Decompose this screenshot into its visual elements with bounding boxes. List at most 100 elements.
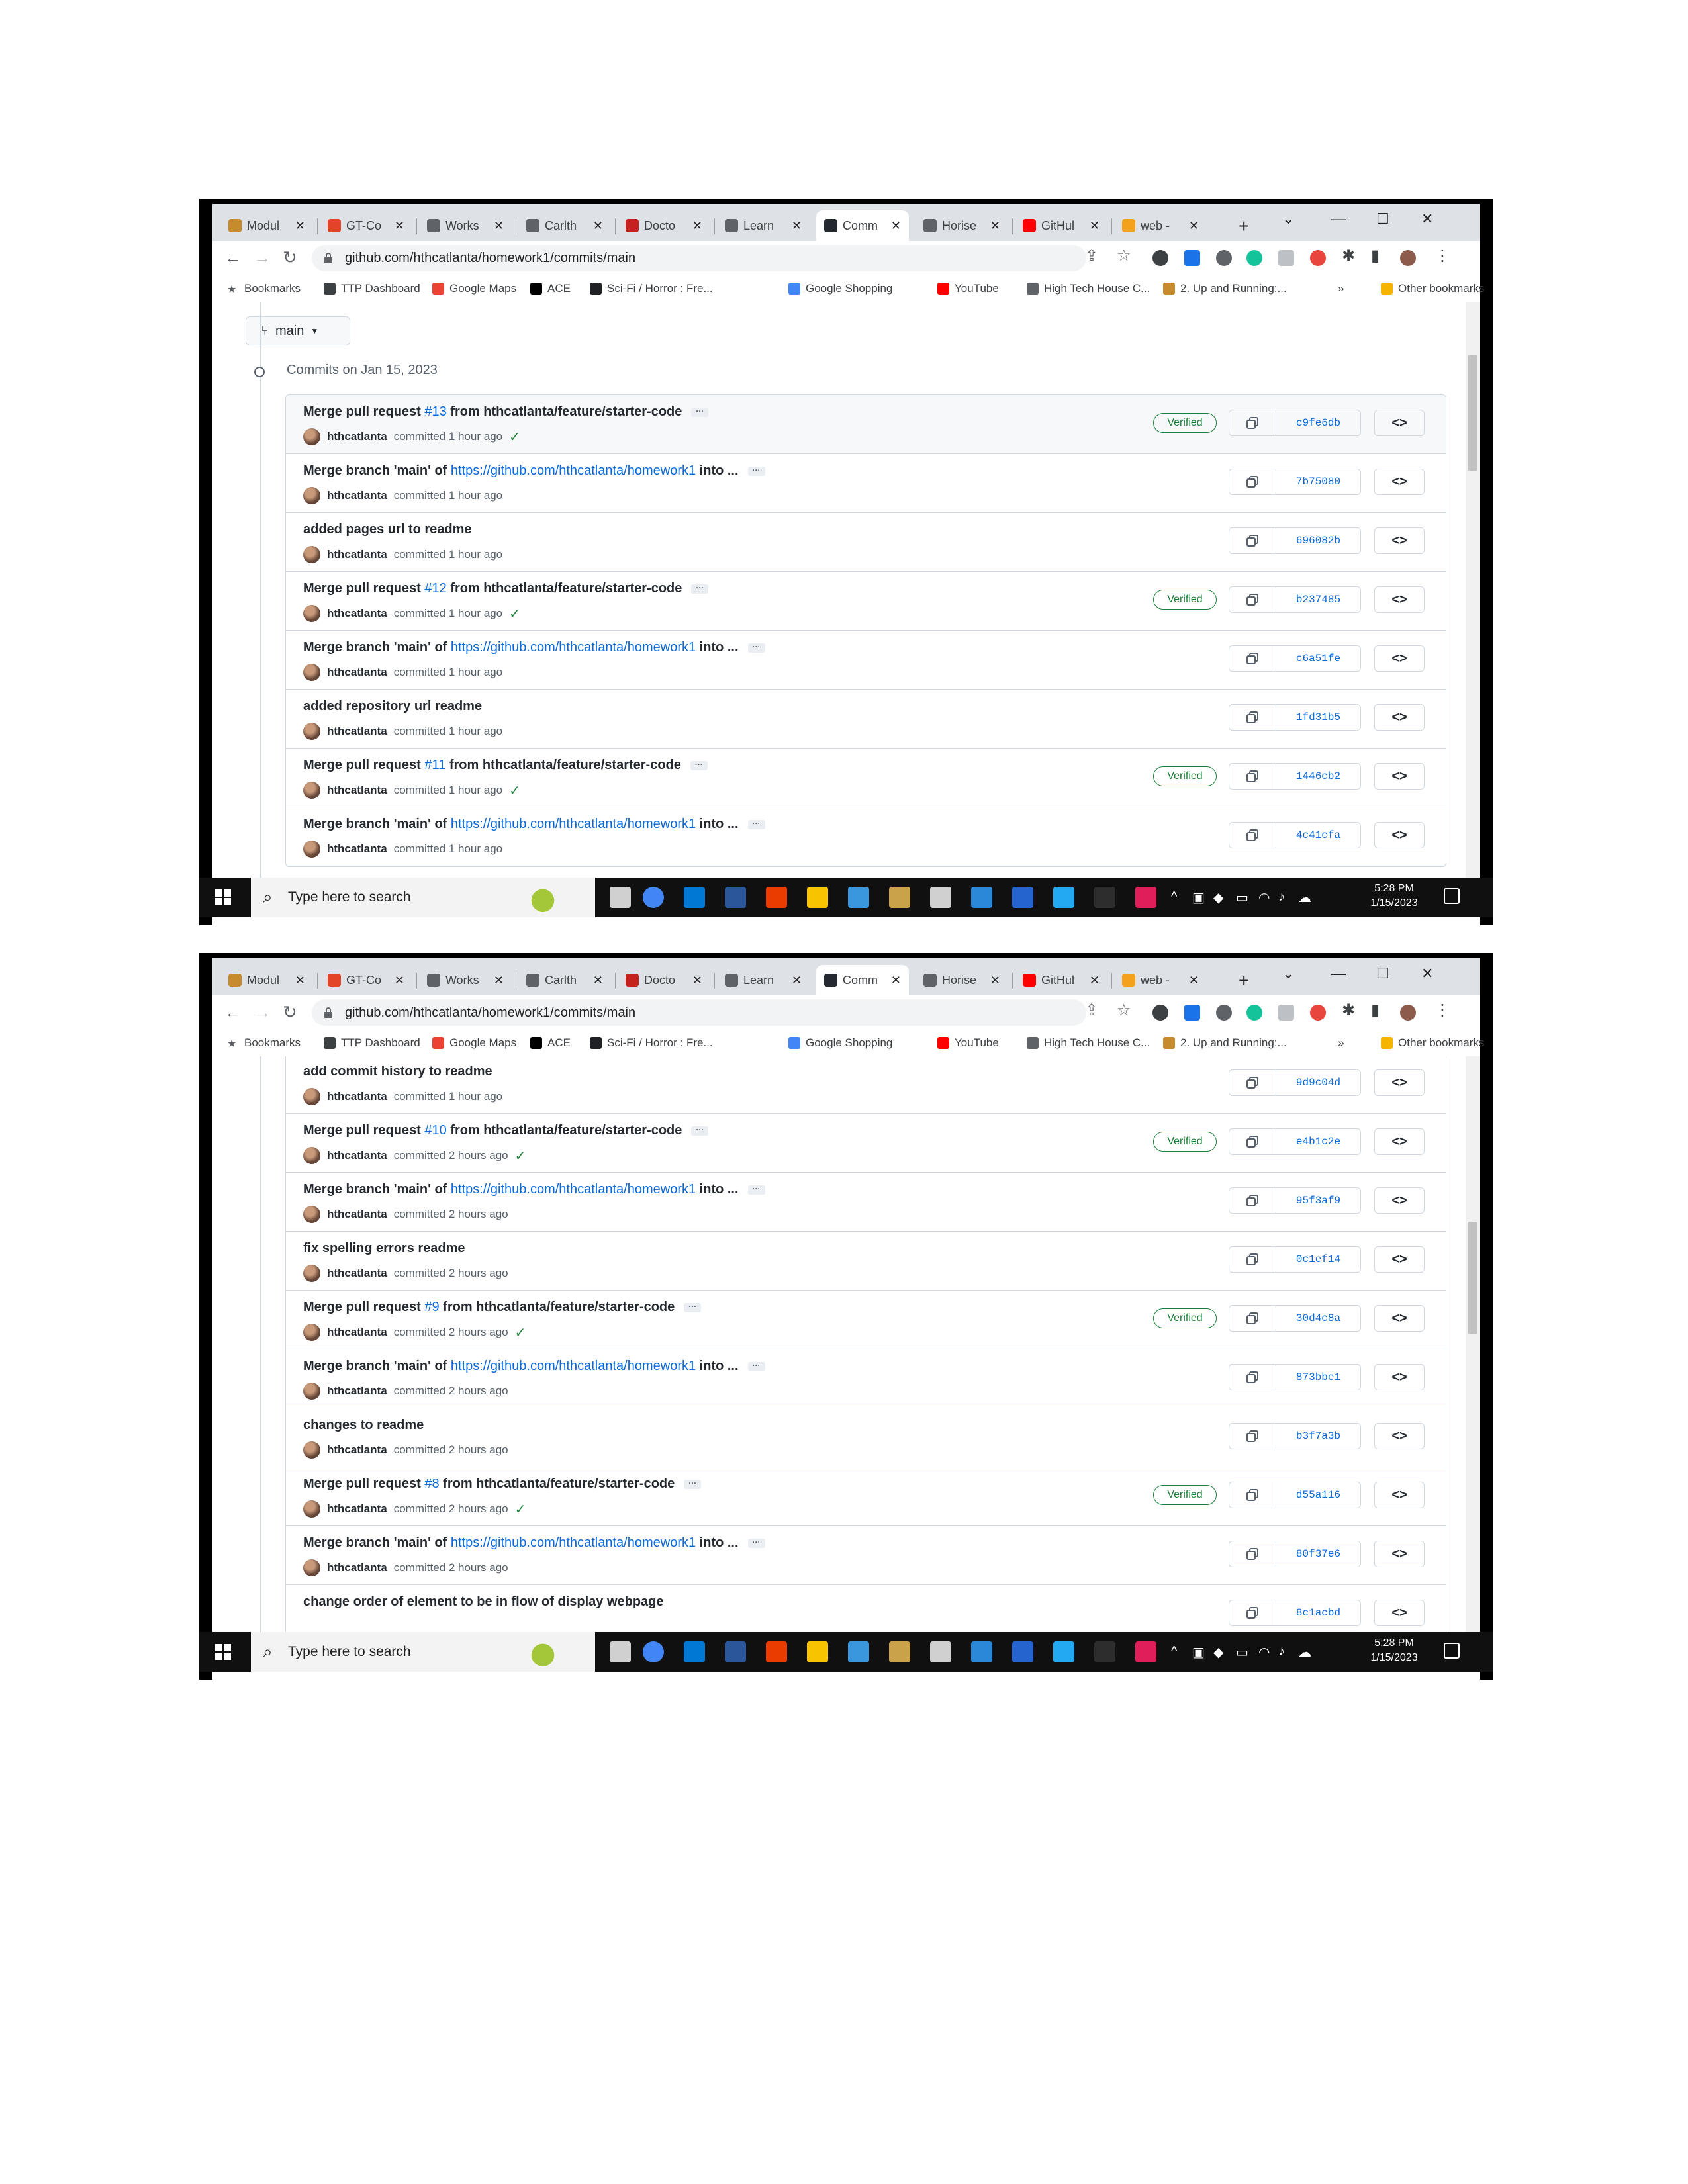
grammarly-icon[interactable] (1246, 250, 1262, 266)
commit-message[interactable]: change order of element to be in flow of… (303, 1594, 664, 1610)
reload-icon[interactable]: ↻ (283, 1002, 297, 1023)
menu-icon[interactable]: ⋮ (1434, 1001, 1450, 1020)
browse-repo-button[interactable]: <> (1374, 1423, 1425, 1449)
check-icon[interactable]: ✓ (509, 782, 520, 799)
commit-link[interactable]: https://github.com/hthcatlanta/homework1 (451, 1182, 696, 1197)
forward-icon[interactable]: → (254, 1002, 271, 1023)
menu-icon[interactable]: ⋮ (1434, 246, 1450, 265)
forward-icon[interactable]: → (254, 248, 271, 268)
copy-sha-button[interactable] (1229, 587, 1276, 612)
commit-link[interactable]: #12 (424, 581, 446, 596)
verified-badge[interactable]: Verified (1153, 1132, 1217, 1152)
close-icon[interactable]: ✕ (494, 219, 504, 233)
onedrive-icon[interactable]: ☁ (1298, 1644, 1311, 1661)
photos-icon[interactable] (848, 1641, 869, 1662)
tab-9[interactable]: GitHul ✕ (1015, 210, 1107, 241)
commit-title[interactable]: Merge pull request (303, 1300, 424, 1314)
commit-sha-link[interactable]: b3f7a3b (1276, 1424, 1360, 1449)
close-icon[interactable]: ✕ (692, 974, 702, 987)
commit-author[interactable]: hthcatlanta (327, 607, 387, 620)
expand-ellipsis-button[interactable]: ··· (747, 1361, 765, 1371)
tray-app-icon[interactable]: ◆ (1213, 889, 1223, 906)
commit-title[interactable]: added repository url readme (303, 699, 482, 713)
close-icon[interactable]: ✕ (593, 219, 603, 233)
back-icon[interactable]: ← (224, 1002, 242, 1023)
extension-icon[interactable] (1184, 1005, 1200, 1021)
slack-icon[interactable] (1135, 1641, 1156, 1662)
commit-message[interactable]: fix spelling errors readme (303, 1241, 465, 1256)
sidepanel-icon[interactable]: ▮ (1371, 246, 1380, 265)
grammarly-icon[interactable] (1246, 1005, 1262, 1021)
bookmark-item[interactable]: Google Maps (432, 282, 516, 295)
tab-6[interactable]: Learn ✕ (717, 965, 810, 995)
maximize-icon[interactable]: ☐ (1376, 210, 1389, 228)
tab-3[interactable]: Works ✕ (419, 210, 512, 241)
close-icon[interactable]: ✕ (295, 219, 305, 233)
commit-message[interactable]: Merge branch 'main' of https://github.co… (303, 1359, 765, 1374)
avatar[interactable] (303, 605, 320, 622)
close-icon[interactable]: ✕ (891, 974, 901, 987)
scrollbar[interactable] (1466, 1056, 1480, 1632)
calendar-icon[interactable] (971, 1641, 992, 1662)
new-tab-icon[interactable]: + (1239, 216, 1249, 237)
close-icon[interactable]: ✕ (1090, 974, 1100, 987)
commit-author[interactable]: hthcatlanta (327, 430, 387, 443)
commit-sha-link[interactable]: b237485 (1276, 587, 1360, 612)
commit-author[interactable]: hthcatlanta (327, 1267, 387, 1280)
tray-app-icon[interactable]: ◆ (1213, 1644, 1223, 1661)
bookmark-item[interactable]: ACE (530, 282, 571, 295)
bookmark-item[interactable]: TTP Dashboard (324, 1036, 420, 1050)
commit-author[interactable]: hthcatlanta (327, 1208, 387, 1221)
commit-link[interactable]: #11 (424, 758, 445, 772)
avatar[interactable] (303, 1383, 320, 1400)
todo-icon[interactable] (1012, 1641, 1033, 1662)
tab-5[interactable]: Docto ✕ (618, 965, 710, 995)
tab-7[interactable]: Comm ✕ (816, 210, 909, 241)
commit-link[interactable]: #13 (424, 404, 446, 419)
commit-sha-link[interactable]: 9d9c04d (1276, 1070, 1360, 1095)
notifications-icon[interactable] (1444, 1643, 1460, 1659)
commit-link[interactable]: #10 (424, 1123, 446, 1138)
avatar[interactable] (303, 428, 320, 445)
close-window-icon[interactable]: ✕ (1421, 210, 1433, 228)
bookmark-item[interactable]: 2. Up and Running:... (1163, 282, 1287, 295)
commit-sha-link[interactable]: 1446cb2 (1276, 764, 1360, 789)
file-explorer-icon[interactable] (807, 887, 828, 908)
copy-sha-button[interactable] (1229, 528, 1276, 553)
avatar[interactable] (303, 841, 320, 858)
browse-repo-button[interactable]: <> (1374, 527, 1425, 554)
commit-title[interactable]: Merge branch 'main' of (303, 1182, 451, 1197)
browse-repo-button[interactable]: <> (1374, 1128, 1425, 1155)
avatar[interactable] (303, 782, 320, 799)
close-icon[interactable]: ✕ (990, 219, 1000, 233)
terminal-icon[interactable] (1094, 1641, 1115, 1662)
bookmark-item[interactable]: High Tech House C... (1027, 282, 1150, 295)
new-tab-icon[interactable]: + (1239, 970, 1249, 991)
extension-icon[interactable] (1184, 250, 1200, 266)
avatar[interactable] (303, 1147, 320, 1164)
copy-sha-button[interactable] (1229, 1541, 1276, 1567)
commit-sha-link[interactable]: 30d4c8a (1276, 1306, 1360, 1331)
wifi-icon[interactable]: ◠ (1258, 889, 1270, 906)
verified-badge[interactable]: Verified (1153, 1485, 1217, 1505)
copy-sha-button[interactable] (1229, 1482, 1276, 1508)
bookmarks-overflow-icon[interactable]: » (1338, 1036, 1344, 1050)
minimize-icon[interactable]: — (1331, 965, 1346, 982)
volume-icon[interactable]: ♪ (1278, 889, 1285, 905)
extension-icon[interactable] (1152, 1005, 1168, 1021)
avatar[interactable] (303, 1265, 320, 1282)
tab-8[interactable]: Horise ✕ (915, 965, 1008, 995)
close-icon[interactable]: ✕ (1189, 219, 1199, 233)
avatar[interactable] (303, 1500, 320, 1518)
avatar[interactable] (303, 1559, 320, 1576)
expand-ellipsis-button[interactable]: ··· (691, 584, 709, 594)
commit-author[interactable]: hthcatlanta (327, 725, 387, 738)
windows-start-icon[interactable] (215, 889, 231, 905)
commit-sha-link[interactable]: d55a116 (1276, 1482, 1360, 1508)
commit-link[interactable]: https://github.com/hthcatlanta/homework1 (451, 463, 696, 478)
copy-sha-button[interactable] (1229, 1306, 1276, 1331)
avatar[interactable] (303, 487, 320, 504)
scrollbar-thumb[interactable] (1468, 355, 1477, 471)
commit-sha-link[interactable]: e4b1c2e (1276, 1129, 1360, 1154)
commit-link[interactable]: https://github.com/hthcatlanta/homework1 (451, 817, 696, 831)
